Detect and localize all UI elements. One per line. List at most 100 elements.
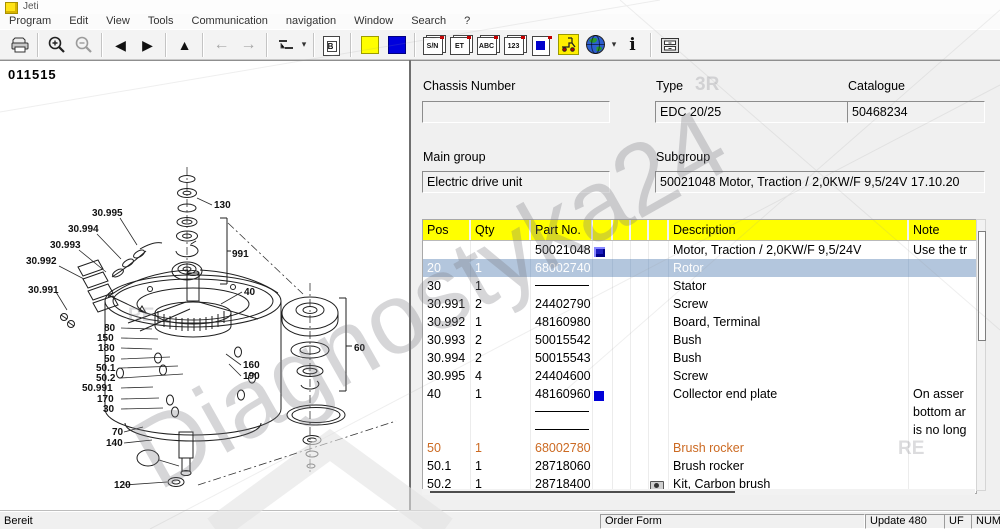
cell-flag-3 — [631, 439, 649, 457]
table-row[interactable]: 40 1 48160960 Collector end plate On ass… — [423, 385, 976, 403]
forklift-catalog-button[interactable] — [555, 32, 582, 58]
part-position-label[interactable]: 180 — [98, 343, 115, 354]
table-row[interactable]: 30 1 Stator — [423, 277, 976, 295]
cell-flag-3 — [631, 313, 649, 331]
selected-position-badge[interactable]: 20 — [136, 449, 160, 467]
catalogue-field[interactable]: 50468234 — [847, 101, 985, 123]
part-position-label[interactable]: 30.993 — [50, 240, 81, 251]
table-row[interactable]: 30.992 1 48160980 Board, Terminal — [423, 313, 976, 331]
header-qty[interactable]: Qty — [471, 220, 531, 240]
table-row[interactable]: 30.995 4 24404600 Screw — [423, 367, 976, 385]
horizontal-scrollbar-thumb[interactable] — [430, 491, 735, 493]
serial-number-button[interactable]: S/N — [420, 32, 447, 58]
yellow-marker-button[interactable] — [356, 32, 383, 58]
header-flag-4[interactable] — [649, 220, 669, 240]
menu-edit[interactable]: Edit — [60, 14, 97, 27]
b-document-button[interactable]: B — [319, 32, 346, 58]
part-position-label[interactable]: 30.991 — [28, 285, 59, 296]
cell-pos: 20 — [423, 259, 471, 277]
cell-description: Bush — [669, 349, 909, 367]
table-row[interactable]: 50.1 1 28718060 Brush rocker — [423, 457, 976, 475]
cell-flag-2 — [613, 421, 631, 439]
part-position-label[interactable]: 190 — [243, 371, 260, 382]
cell-flag-2 — [613, 259, 631, 277]
type-field[interactable]: EDC 20/25 — [655, 101, 848, 123]
menu-communication[interactable]: Communication — [183, 14, 277, 27]
header-flag-1[interactable] — [593, 220, 613, 240]
menu-window[interactable]: Window — [345, 14, 402, 27]
part-position-label[interactable]: 30.994 — [68, 224, 99, 235]
menu-navigation[interactable]: navigation — [277, 14, 345, 27]
menu-tools[interactable]: Tools — [139, 14, 183, 27]
blue-doc-button[interactable] — [528, 32, 555, 58]
tree-view-button[interactable] — [272, 32, 299, 58]
cell-flag-1 — [593, 439, 613, 457]
cell-note — [909, 349, 976, 367]
subgroup-field[interactable]: 50021048 Motor, Traction / 2,0KW/F 9,5/2… — [655, 171, 985, 193]
info-button[interactable]: i — [619, 32, 646, 58]
exploded-drawing[interactable]: 011515 20 13099130.99530.99430.99330.992… — [0, 61, 409, 511]
save-button[interactable] — [656, 32, 683, 58]
zoom-in-button[interactable] — [43, 32, 70, 58]
table-row[interactable]: is no long — [423, 421, 976, 439]
table-row[interactable]: bottom ar — [423, 403, 976, 421]
cell-part-no: 24404600 — [531, 367, 593, 385]
archive-drawer-icon — [660, 37, 679, 53]
blue-marker-button[interactable] — [383, 32, 410, 58]
part-position-label[interactable]: 130 — [214, 200, 231, 211]
zoom-out-button[interactable] — [70, 32, 97, 58]
abc-index-button[interactable]: ABC — [474, 32, 501, 58]
vertical-scrollbar[interactable] — [976, 219, 986, 491]
header-flag-2[interactable] — [613, 220, 631, 240]
part-position-label[interactable]: 40 — [244, 287, 256, 298]
print-button[interactable] — [6, 32, 33, 58]
et-doc-button[interactable]: ET — [447, 32, 474, 58]
part-position-label[interactable]: 30.995 — [92, 208, 123, 219]
table-row[interactable]: 30.993 2 50015542 Bush — [423, 331, 976, 349]
cell-flag-3 — [631, 367, 649, 385]
menu-view[interactable]: View — [97, 14, 139, 27]
cell-part-no: 28718060 — [531, 457, 593, 475]
header-note[interactable]: Note — [909, 220, 976, 240]
main-group-field[interactable]: Electric drive unit — [422, 171, 610, 193]
next-page-button[interactable]: ▶ — [134, 32, 161, 58]
table-row[interactable]: 20 1 68002740 Rotor — [423, 259, 976, 277]
cell-note — [909, 277, 976, 295]
part-position-label[interactable]: 991 — [232, 249, 249, 260]
history-forward-button[interactable]: → — [235, 32, 262, 58]
globe-dropdown[interactable]: ▾ — [609, 32, 619, 58]
drawing-labels[interactable]: 13099130.99530.99430.99330.99230.9918015… — [26, 200, 366, 491]
page-up-button[interactable]: ▲ — [171, 32, 198, 58]
header-description[interactable]: Description — [669, 220, 909, 240]
vertical-scrollbar-thumb[interactable] — [978, 231, 986, 341]
table-row[interactable]: 30.991 2 24402790 Screw — [423, 295, 976, 313]
cell-qty: 2 — [471, 295, 531, 313]
table-row[interactable]: 30.994 2 50015543 Bush — [423, 349, 976, 367]
table-row[interactable]: 50021048 Motor, Traction / 2,0KW/F 9,5/2… — [423, 241, 976, 259]
cell-description: Stator — [669, 277, 909, 295]
part-position-label[interactable]: 60 — [354, 343, 366, 354]
cell-note: Use the tr — [913, 243, 968, 257]
cell-description: Rotor — [669, 259, 909, 277]
part-position-label[interactable]: 140 — [106, 438, 123, 449]
horizontal-scrollbar[interactable] — [422, 489, 975, 495]
header-flag-3[interactable] — [631, 220, 649, 240]
part-position-label[interactable]: 30 — [103, 404, 115, 415]
previous-page-button[interactable]: ◀ — [107, 32, 134, 58]
menu-help[interactable]: ? — [455, 14, 479, 27]
menu-search[interactable]: Search — [402, 14, 455, 27]
tree-view-dropdown[interactable]: ▾ — [299, 32, 309, 58]
part-position-label[interactable]: 120 — [114, 480, 131, 491]
header-part-no[interactable]: Part No. — [531, 220, 593, 240]
menu-program[interactable]: Program — [0, 14, 60, 27]
history-back-button[interactable]: ← — [208, 32, 235, 58]
part-position-label[interactable]: 160 — [243, 360, 260, 371]
header-pos[interactable]: Pos — [423, 220, 471, 240]
language-globe-button[interactable] — [582, 32, 609, 58]
numeric-index-button[interactable]: 123 — [501, 32, 528, 58]
chassis-number-field[interactable] — [422, 101, 610, 123]
part-position-label[interactable]: 70 — [112, 427, 124, 438]
part-position-label[interactable]: 50.991 — [82, 383, 113, 394]
table-row[interactable]: 50 1 68002780 Brush rocker — [423, 439, 976, 457]
part-position-label[interactable]: 30.992 — [26, 256, 57, 267]
